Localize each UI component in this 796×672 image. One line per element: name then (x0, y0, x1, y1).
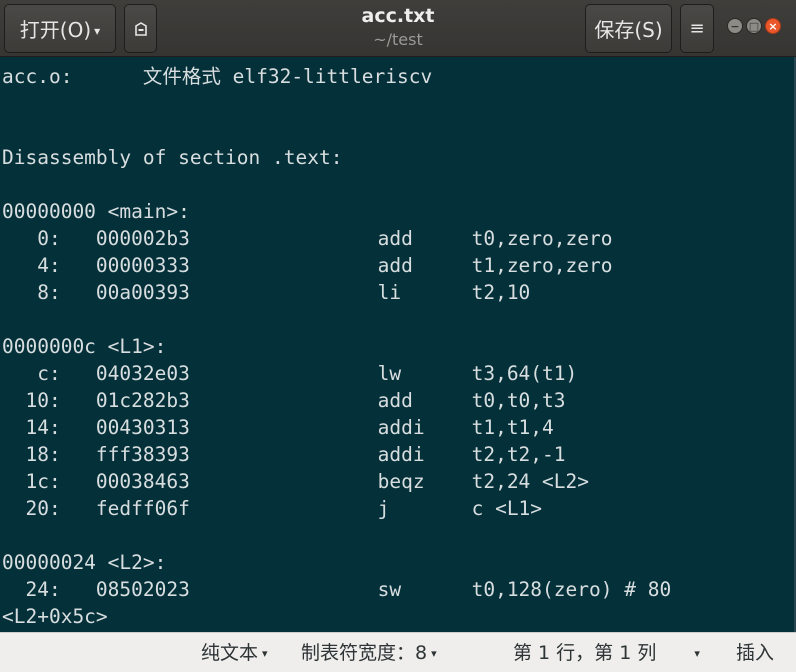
code-line: acc.o: 文件格式 elf32-littleriscv (2, 65, 433, 88)
insert-mode-label: 插入 (736, 642, 775, 664)
new-tab-button[interactable] (124, 4, 157, 53)
hamburger-icon: ≡ (689, 18, 705, 39)
cursor-position-selector[interactable]: 第 1 行，第 1 列 ▾ (513, 641, 700, 666)
window-controls: − □ × (727, 18, 781, 34)
open-button-label: 打开(O) (19, 18, 92, 42)
open-button[interactable]: 打开(O) ▾ (4, 4, 116, 53)
save-button-label: 保存(S) (594, 18, 663, 42)
close-button[interactable]: × (765, 18, 781, 34)
chevron-down-icon: ▾ (431, 647, 437, 660)
code-line: 0: 000002b3 add t0,zero,zero (2, 227, 613, 250)
tab-width-selector[interactable]: 制表符宽度：8 ▾ (301, 641, 437, 666)
code-line: 14: 00430313 addi t1,t1,4 (2, 416, 554, 439)
cursor-position-label: 第 1 行，第 1 列 (513, 642, 657, 664)
editor-content: acc.o: 文件格式 elf32-littleriscv Disassembly… (2, 63, 671, 630)
save-button[interactable]: 保存(S) (585, 4, 672, 53)
syntax-language-label: 纯文本 (201, 642, 259, 664)
minimize-button[interactable]: − (727, 18, 743, 34)
code-line: <L2+0x5c> (2, 605, 108, 628)
tab-width-label: 制表符宽度：8 (301, 642, 428, 664)
window-title: acc.txt (361, 5, 435, 27)
code-line: 1c: 00038463 beqz t2,24 <L2> (2, 470, 589, 493)
maximize-button[interactable]: □ (746, 18, 762, 34)
minimize-icon: − (730, 19, 740, 33)
code-line: 10: 01c282b3 add t0,t0,t3 (2, 389, 566, 412)
text-editor[interactable]: acc.o: 文件格式 elf32-littleriscv Disassembly… (0, 57, 794, 632)
code-line: 00000000 <main>: (2, 200, 190, 223)
code-line: c: 04032e03 lw t3,64(t1) (2, 362, 578, 385)
code-line: 18: fff38393 addi t2,t2,-1 (2, 443, 566, 466)
chevron-down-icon: ▾ (262, 647, 268, 660)
chevron-down-icon: ▾ (94, 23, 101, 38)
window-subtitle: ~/test (373, 30, 423, 49)
status-bar: 纯文本 ▾ 制表符宽度：8 ▾ 第 1 行，第 1 列 ▾ 插入 (0, 632, 796, 672)
code-line: Disassembly of section .text: (2, 146, 343, 169)
document-new-icon (134, 21, 147, 36)
code-line: 20: fedff06f j c <L1> (2, 497, 543, 520)
code-line: 8: 00a00393 li t2,10 (2, 281, 531, 304)
code-line: 24: 08502023 sw t0,128(zero) # 80 (2, 578, 672, 601)
title-area: acc.txt ~/test (250, 3, 546, 51)
header-bar: 打开(O) ▾ acc.txt ~/test 保存(S) ≡ − □ × (0, 0, 796, 57)
hamburger-menu-button[interactable]: ≡ (680, 4, 714, 53)
syntax-language-selector[interactable]: 纯文本 ▾ (201, 641, 268, 666)
code-line: 4: 00000333 add t1,zero,zero (2, 254, 613, 277)
gedit-window: 打开(O) ▾ acc.txt ~/test 保存(S) ≡ − □ × acc… (0, 0, 796, 672)
insert-mode-indicator[interactable]: 插入 (736, 641, 774, 665)
chevron-down-icon: ▾ (694, 647, 700, 660)
maximize-icon: □ (748, 19, 760, 33)
code-line: 00000024 <L2>: (2, 551, 167, 574)
close-icon: × (768, 19, 778, 33)
code-line: 0000000c <L1>: (2, 335, 167, 358)
